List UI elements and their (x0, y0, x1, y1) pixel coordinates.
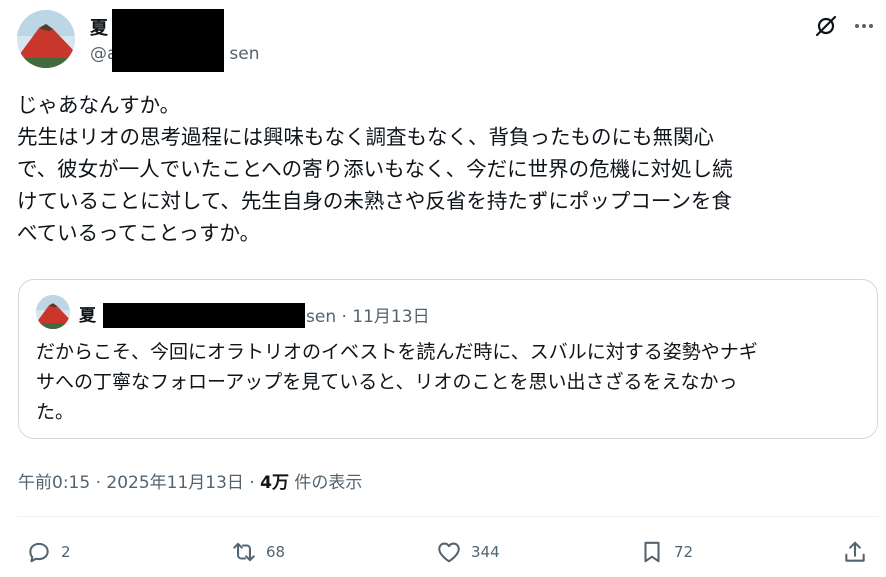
redaction-box (112, 9, 224, 72)
repost-button[interactable]: 68 (231, 537, 285, 567)
views-label: 件の表示 (288, 473, 363, 493)
like-icon (438, 542, 460, 563)
handle-suffix: sen (229, 44, 260, 64)
divider (18, 516, 878, 517)
more-icon[interactable] (852, 14, 876, 38)
quoted-post[interactable]: 夏 sen · 11月13日 だからこそ、今回にオラトリオのイベストを読んだ時に… (18, 279, 878, 439)
author-name[interactable]: 夏 (90, 14, 108, 40)
post-text: じゃあなんすか。 先生はリオの思考過程には興味もなく調査もなく、背負ったものにも… (17, 93, 733, 245)
like-button[interactable]: 344 (436, 537, 500, 567)
repost-count: 68 (266, 543, 286, 561)
like-count: 344 (471, 543, 500, 561)
bookmark-count: 72 (674, 543, 694, 561)
share-icon (845, 541, 865, 562)
reply-icon (29, 542, 49, 563)
repost-icon (233, 542, 255, 562)
quoted-text: だからこそ、今回にオラトリオのイベストを読んだ時に、スバルに対する姿勢やナギ サ… (36, 341, 758, 423)
post-meta: 午前0:15 · 2025年11月13日 · 4万 件の表示 (18, 468, 362, 493)
views-count: 4万 (260, 473, 289, 493)
quoted-handle-date: sen · 11月13日 (306, 307, 430, 327)
post-timestamp[interactable]: 午前0:15 · 2025年11月13日 · (18, 473, 260, 493)
bookmark-icon (644, 541, 660, 563)
quoted-author-avatar (36, 295, 70, 329)
share-button[interactable] (842, 537, 868, 567)
bookmark-button[interactable]: 72 (639, 537, 693, 567)
reply-button[interactable]: 2 (26, 537, 71, 567)
quoted-author-name: 夏 (79, 306, 96, 326)
grok-icon[interactable] (814, 14, 838, 38)
quoted-redaction-box (103, 303, 305, 328)
reply-count: 2 (61, 543, 71, 561)
author-avatar[interactable] (17, 10, 75, 68)
